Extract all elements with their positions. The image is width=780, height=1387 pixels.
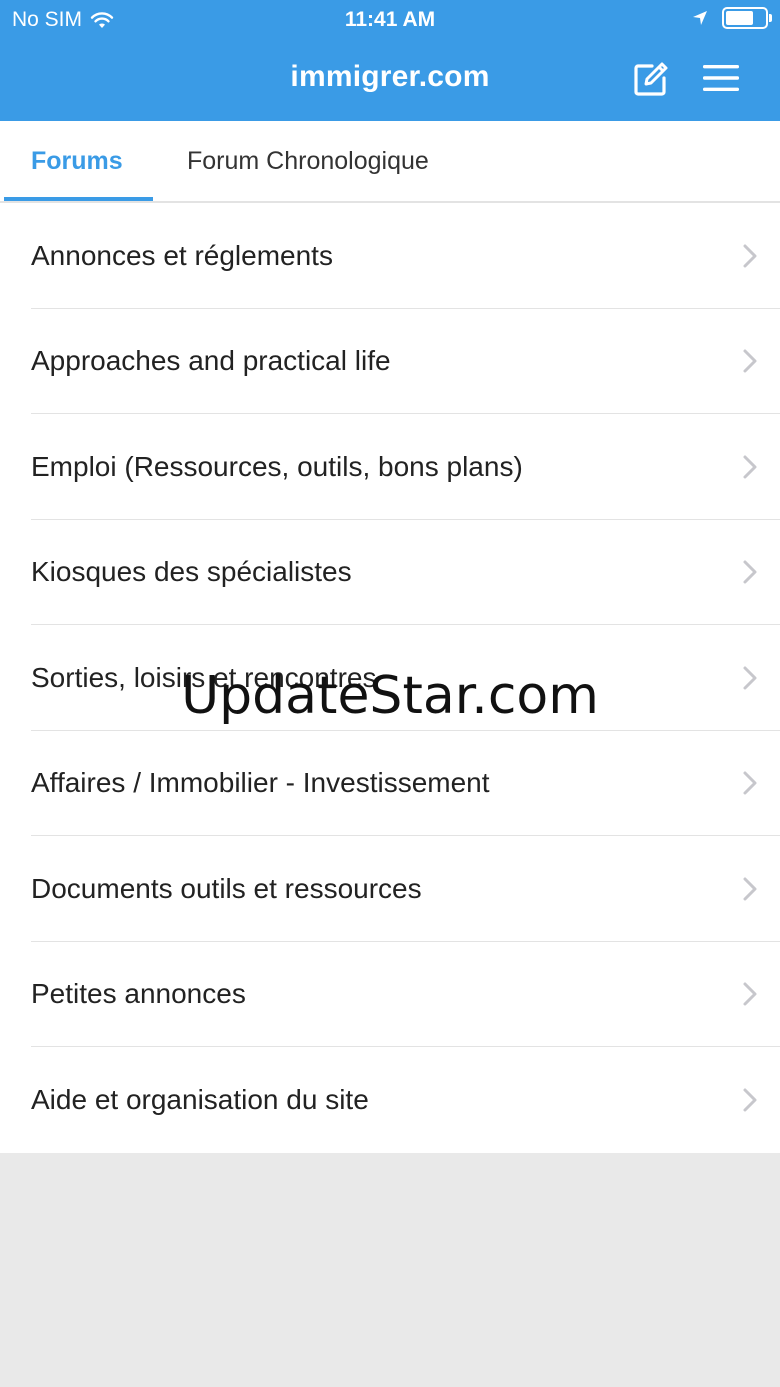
chevron-right-icon xyxy=(743,877,757,901)
battery-icon xyxy=(722,7,772,29)
app: No SIM 11:41 AM immigrer.com Forums Foru… xyxy=(0,0,780,1387)
list-item[interactable]: Emploi (Ressources, outils, bons plans) xyxy=(0,414,780,520)
list-item-label: Kiosques des spécialistes xyxy=(31,556,352,588)
list-item-label: Sorties, loisirs et rencontres xyxy=(31,661,377,693)
list-item-label: Annonces et réglements xyxy=(31,239,333,271)
list-item[interactable]: Affaires / Immobilier - Investissement xyxy=(0,731,780,836)
chevron-right-icon xyxy=(743,982,757,1006)
list-item[interactable]: Kiosques des spécialistes xyxy=(0,520,780,625)
chevron-right-icon xyxy=(743,666,757,690)
chevron-right-icon xyxy=(743,349,757,373)
list-item[interactable]: Annonces et réglements xyxy=(0,203,780,309)
status-bar: No SIM 11:41 AM xyxy=(0,0,780,40)
chevron-right-icon xyxy=(743,560,757,584)
list-item[interactable]: Sorties, loisirs et rencontres xyxy=(0,625,780,731)
active-tab-indicator xyxy=(4,197,153,201)
hamburger-menu-icon[interactable] xyxy=(702,62,740,94)
status-time: 11:41 AM xyxy=(344,8,436,31)
tab-forums[interactable]: Forums xyxy=(31,121,123,201)
status-right xyxy=(692,7,772,29)
forum-list: Annonces et réglements Approaches and pr… xyxy=(0,203,780,1153)
list-item-label: Documents outils et ressources xyxy=(31,872,422,904)
list-item[interactable]: Approaches and practical life xyxy=(0,309,780,414)
list-item-label: Aide et organisation du site xyxy=(31,1083,369,1115)
list-item[interactable]: Documents outils et ressources xyxy=(0,836,780,942)
battery-fill xyxy=(726,11,753,25)
chevron-right-icon xyxy=(743,455,757,479)
header: No SIM 11:41 AM immigrer.com xyxy=(0,0,780,121)
list-item-label: Approaches and practical life xyxy=(31,345,391,377)
chevron-right-icon xyxy=(743,1088,757,1112)
list-item[interactable]: Aide et organisation du site xyxy=(0,1047,780,1153)
compose-icon[interactable] xyxy=(632,60,670,98)
chevron-right-icon xyxy=(743,244,757,268)
nav-bar: immigrer.com xyxy=(0,40,780,121)
tab-forum-chronologique[interactable]: Forum Chronologique xyxy=(187,121,429,201)
list-item-label: Petites annonces xyxy=(31,978,246,1010)
tab-bar: Forums Forum Chronologique xyxy=(0,121,780,203)
list-item[interactable]: Petites annonces xyxy=(0,942,780,1047)
location-arrow-icon xyxy=(693,11,707,25)
chevron-right-icon xyxy=(743,771,757,795)
list-item-label: Emploi (Ressources, outils, bons plans) xyxy=(31,450,523,482)
list-item-label: Affaires / Immobilier - Investissement xyxy=(31,767,490,799)
